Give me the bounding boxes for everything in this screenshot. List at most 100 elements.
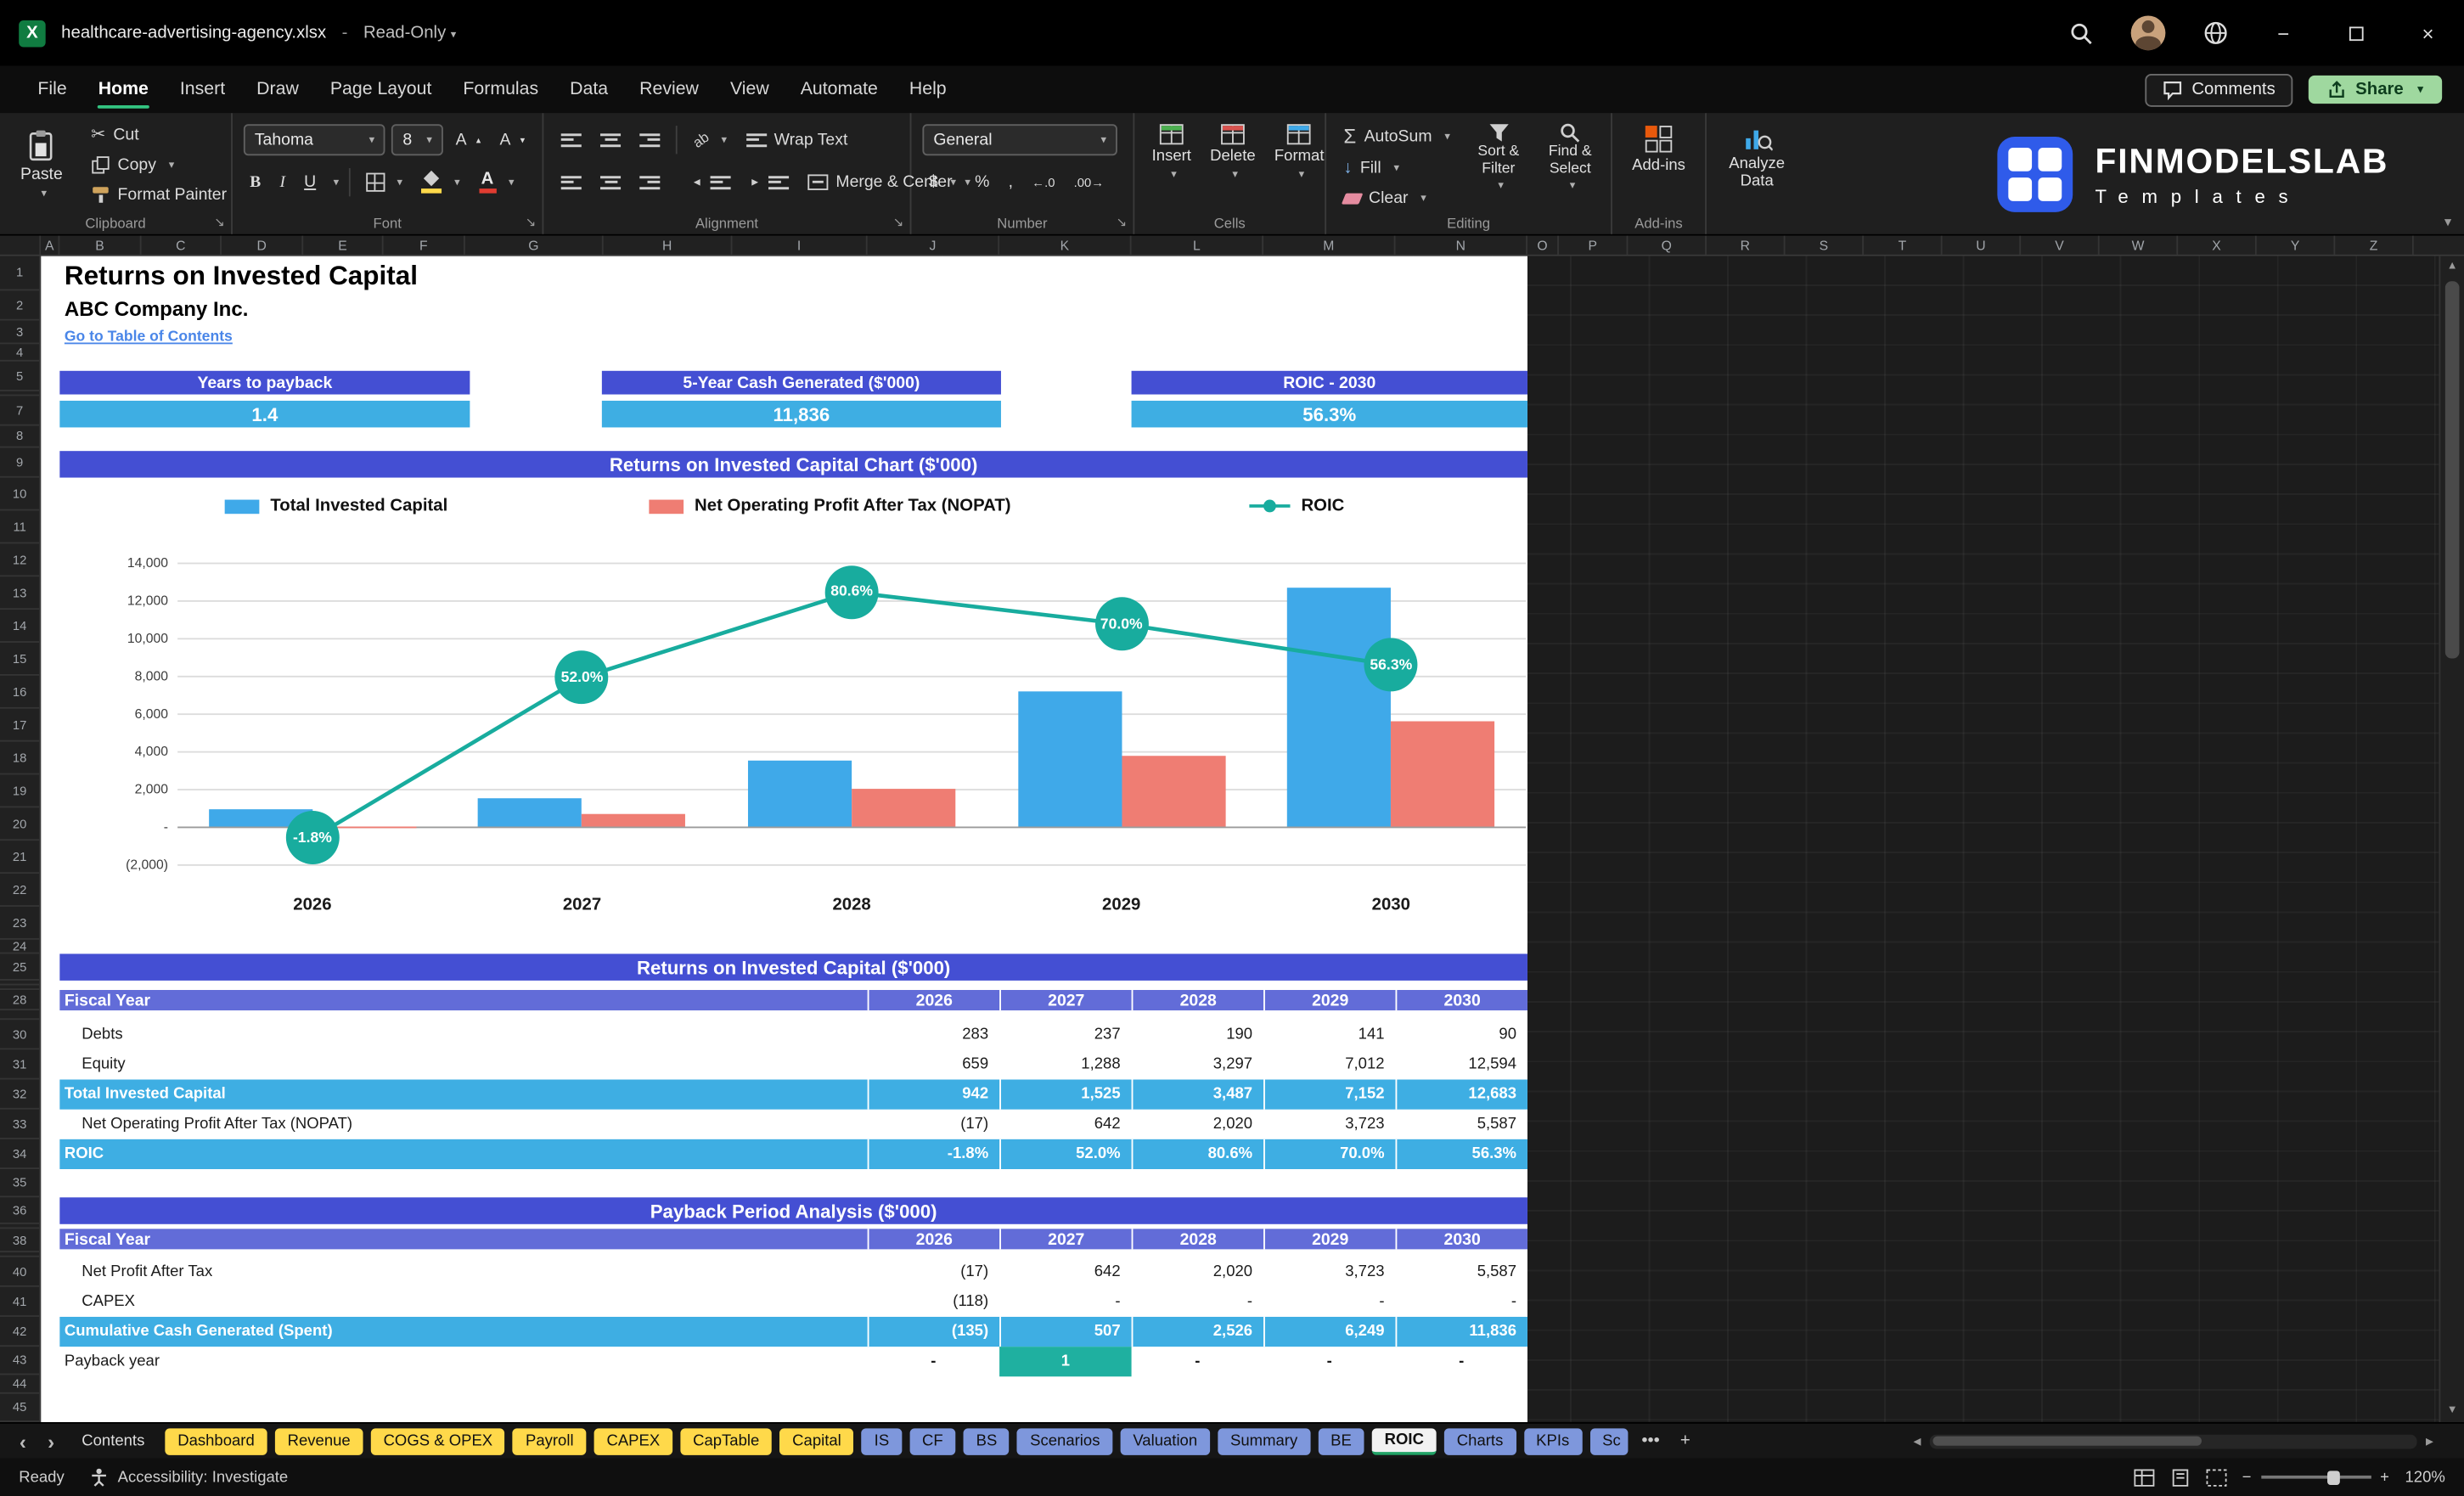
zoom-in-icon[interactable]: + <box>2380 1469 2389 1486</box>
wrap-text-button[interactable]: Wrap Text <box>740 127 854 153</box>
column-header-Z[interactable]: Z <box>2335 235 2414 255</box>
kpi-value-2[interactable]: 56.3% <box>1131 400 1527 428</box>
orientation-button[interactable]: ab ▾ <box>687 129 734 151</box>
decrease-indent-button[interactable]: ◄ <box>685 171 737 194</box>
column-header-J[interactable]: J <box>868 235 1000 255</box>
row-header-34[interactable]: 34 <box>0 1139 40 1169</box>
kpi-header-0[interactable]: Years to payback <box>59 370 470 395</box>
alignment-dialog-launcher-icon[interactable]: ↘ <box>893 216 903 230</box>
insert-cells-button[interactable]: Insert ▾ <box>1145 121 1197 184</box>
format-cells-button[interactable]: Format ▾ <box>1268 121 1330 184</box>
row-header-30[interactable]: 30 <box>0 1020 40 1050</box>
page-break-view-icon[interactable] <box>2206 1468 2227 1486</box>
row-header-17[interactable]: 17 <box>0 709 40 742</box>
column-header-Y[interactable]: Y <box>2257 235 2336 255</box>
decrease-decimal-button[interactable]: .00→ <box>1067 172 1110 193</box>
avatar[interactable] <box>2130 15 2166 51</box>
cell-2030[interactable]: - <box>1396 1347 1527 1376</box>
column-header-B[interactable]: B <box>59 235 142 255</box>
cell-2030[interactable]: 5,587 <box>1396 1110 1527 1139</box>
prev-sheet-icon[interactable]: ‹ <box>13 1429 33 1453</box>
column-header-Q[interactable]: Q <box>1628 235 1707 255</box>
sheet-tab-dashboard[interactable]: Dashboard <box>165 1427 267 1454</box>
row-header-22[interactable]: 22 <box>0 874 40 907</box>
align-middle-button[interactable] <box>594 128 627 152</box>
column-header-W[interactable]: W <box>2100 235 2179 255</box>
align-center-button[interactable] <box>594 171 627 194</box>
zoom-level[interactable]: 120% <box>2405 1469 2445 1486</box>
cell-2027[interactable]: 1,525 <box>999 1079 1131 1110</box>
cell-2030[interactable]: 90 <box>1396 1020 1527 1049</box>
fiscal-year-2029[interactable]: 2029 <box>1263 1229 1395 1250</box>
menu-tab-draw[interactable]: Draw <box>241 69 315 110</box>
cell-2028[interactable]: 2,020 <box>1132 1257 1263 1287</box>
scroll-left-icon[interactable]: ◄ <box>1911 1434 1924 1448</box>
font-size-select[interactable]: 8 ▾ <box>391 124 443 156</box>
kpi-header-2[interactable]: ROIC - 2030 <box>1131 370 1527 395</box>
row-header-18[interactable]: 18 <box>0 742 40 775</box>
find-select-button[interactable]: Find & Select ▾ <box>1540 121 1600 211</box>
row-header-9[interactable]: 9 <box>0 447 40 478</box>
fiscal-year-2027[interactable]: 2027 <box>999 1229 1131 1250</box>
column-header-N[interactable]: N <box>1396 235 1527 255</box>
grow-font-button[interactable]: A ▴ <box>449 127 487 153</box>
format-painter-button[interactable]: Format Painter <box>85 183 233 208</box>
maximize-button[interactable] <box>2338 21 2373 45</box>
cell-2028[interactable]: 190 <box>1132 1020 1263 1049</box>
bold-button[interactable]: B <box>244 171 267 194</box>
column-header-V[interactable]: V <box>2021 235 2100 255</box>
horizontal-scroll-thumb[interactable] <box>1932 1436 2202 1446</box>
cell-2029[interactable]: 7,152 <box>1263 1079 1395 1110</box>
sheet-tab-is[interactable]: IS <box>861 1427 902 1454</box>
cell-2026[interactable]: 659 <box>868 1049 999 1079</box>
cell-2029[interactable]: 7,012 <box>1263 1049 1395 1079</box>
normal-view-icon[interactable] <box>2133 1468 2154 1486</box>
row-header-45[interactable]: 45 <box>0 1394 40 1422</box>
menu-tab-data[interactable]: Data <box>554 69 624 110</box>
number-dialog-launcher-icon[interactable]: ↘ <box>1117 216 1127 230</box>
horizontal-scrollbar[interactable]: ◄ ► <box>1911 1433 2464 1448</box>
kpi-value-0[interactable]: 1.4 <box>59 400 470 428</box>
search-icon[interactable] <box>2070 21 2094 45</box>
shrink-font-button[interactable]: A ▾ <box>493 127 531 153</box>
menu-tab-page-layout[interactable]: Page Layout <box>314 69 447 110</box>
cell-2030[interactable]: 12,594 <box>1396 1049 1527 1079</box>
column-header-C[interactable]: C <box>142 235 222 255</box>
cell-2027[interactable]: 1 <box>999 1347 1132 1377</box>
row-header-32[interactable]: 32 <box>0 1079 40 1110</box>
cell-2028[interactable]: - <box>1132 1347 1263 1376</box>
sheet-tab-cf[interactable]: CF <box>909 1427 956 1454</box>
menu-tab-insert[interactable]: Insert <box>164 69 240 110</box>
underline-button[interactable]: U <box>298 170 323 195</box>
cell-2026[interactable]: (118) <box>868 1287 999 1317</box>
cell-2030[interactable]: 56.3% <box>1395 1139 1527 1169</box>
toc-link[interactable]: Go to Table of Contents <box>65 329 233 346</box>
sheet-tab-kpis[interactable]: KPIs <box>1523 1427 1583 1454</box>
column-header-T[interactable]: T <box>1864 235 1943 255</box>
column-header-R[interactable]: R <box>1707 235 1786 255</box>
cell-2030[interactable]: 12,683 <box>1395 1079 1527 1110</box>
font-name-select[interactable]: Tahoma ▾ <box>243 124 386 156</box>
row-header-19[interactable]: 19 <box>0 774 40 808</box>
row-header-31[interactable]: 31 <box>0 1049 40 1080</box>
fill-color-button[interactable]: ▾ <box>415 169 466 195</box>
row-header-4[interactable]: 4 <box>0 344 40 362</box>
column-header-X[interactable]: X <box>2178 235 2257 255</box>
more-sheets-button[interactable]: ••• <box>1635 1431 1666 1450</box>
vertical-scrollbar[interactable]: ▲ ▼ <box>2439 256 2464 1422</box>
cell-2029[interactable]: 141 <box>1263 1020 1395 1049</box>
row-header-2[interactable]: 2 <box>0 290 40 321</box>
row-header-20[interactable]: 20 <box>0 807 40 841</box>
cell-2028[interactable]: 3,487 <box>1131 1079 1263 1110</box>
cell-2029[interactable]: 70.0% <box>1263 1139 1395 1169</box>
row-header-8[interactable]: 8 <box>0 426 40 448</box>
grid-area[interactable]: 1 2 3 4 5 7 8 9 10 11 12 13 14 15 16 17 18 19 20 21 22 23 24 25… <box>0 256 2464 1422</box>
cell-2030[interactable]: - <box>1396 1287 1527 1317</box>
cell-2027[interactable]: 507 <box>999 1316 1131 1347</box>
column-header-O[interactable]: O <box>1527 235 1559 255</box>
cell-2026[interactable]: 283 <box>868 1020 999 1049</box>
row-header-43[interactable]: 43 <box>0 1347 40 1375</box>
sheet-tab-sc[interactable]: Sc <box>1589 1427 1628 1454</box>
font-color-button[interactable]: A ▾ <box>472 168 520 196</box>
sheet-tab-valuation[interactable]: Valuation <box>1120 1427 1210 1454</box>
